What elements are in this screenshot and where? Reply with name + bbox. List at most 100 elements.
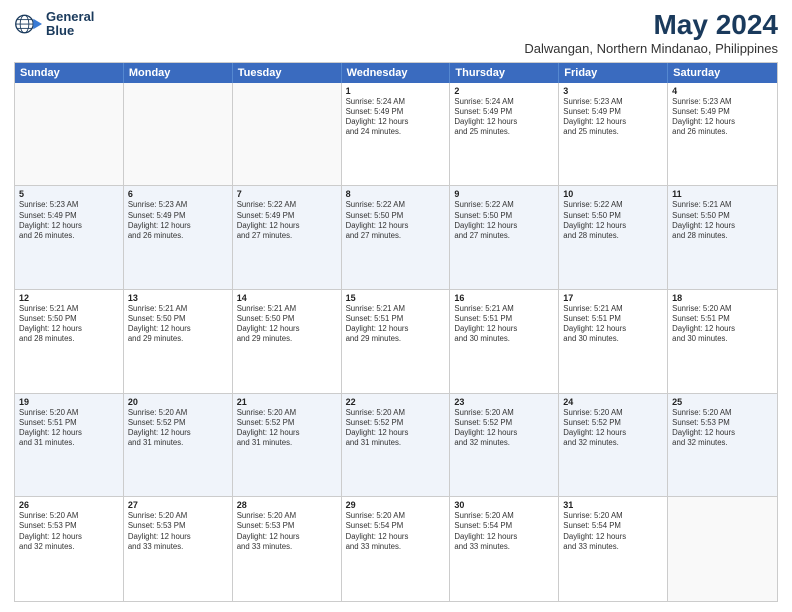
main-title: May 2024 bbox=[524, 10, 778, 41]
logo: General Blue bbox=[14, 10, 94, 39]
calendar-cell-6: 6Sunrise: 5:23 AM Sunset: 5:49 PM Daylig… bbox=[124, 186, 233, 289]
cell-day-number: 27 bbox=[128, 500, 228, 510]
cell-day-number: 12 bbox=[19, 293, 119, 303]
cell-day-number: 14 bbox=[237, 293, 337, 303]
cell-info: Sunrise: 5:21 AM Sunset: 5:50 PM Dayligh… bbox=[237, 304, 337, 345]
calendar-cell-1: 1Sunrise: 5:24 AM Sunset: 5:49 PM Daylig… bbox=[342, 83, 451, 186]
calendar-cell-empty bbox=[124, 83, 233, 186]
cell-info: Sunrise: 5:20 AM Sunset: 5:51 PM Dayligh… bbox=[19, 408, 119, 449]
cell-info: Sunrise: 5:20 AM Sunset: 5:54 PM Dayligh… bbox=[563, 511, 663, 552]
cell-info: Sunrise: 5:20 AM Sunset: 5:54 PM Dayligh… bbox=[346, 511, 446, 552]
header: General Blue May 2024 Dalwangan, Norther… bbox=[14, 10, 778, 56]
cell-info: Sunrise: 5:20 AM Sunset: 5:51 PM Dayligh… bbox=[672, 304, 773, 345]
calendar: SundayMondayTuesdayWednesdayThursdayFrid… bbox=[14, 62, 778, 602]
cell-day-number: 2 bbox=[454, 86, 554, 96]
calendar-cell-24: 24Sunrise: 5:20 AM Sunset: 5:52 PM Dayli… bbox=[559, 394, 668, 497]
cell-info: Sunrise: 5:20 AM Sunset: 5:54 PM Dayligh… bbox=[454, 511, 554, 552]
calendar-cell-26: 26Sunrise: 5:20 AM Sunset: 5:53 PM Dayli… bbox=[15, 497, 124, 601]
cell-info: Sunrise: 5:22 AM Sunset: 5:50 PM Dayligh… bbox=[563, 200, 663, 241]
cell-info: Sunrise: 5:20 AM Sunset: 5:53 PM Dayligh… bbox=[128, 511, 228, 552]
cell-day-number: 1 bbox=[346, 86, 446, 96]
calendar-cell-15: 15Sunrise: 5:21 AM Sunset: 5:51 PM Dayli… bbox=[342, 290, 451, 393]
cell-info: Sunrise: 5:21 AM Sunset: 5:50 PM Dayligh… bbox=[19, 304, 119, 345]
day-header-monday: Monday bbox=[124, 63, 233, 83]
cell-day-number: 17 bbox=[563, 293, 663, 303]
calendar-cell-3: 3Sunrise: 5:23 AM Sunset: 5:49 PM Daylig… bbox=[559, 83, 668, 186]
calendar-cell-17: 17Sunrise: 5:21 AM Sunset: 5:51 PM Dayli… bbox=[559, 290, 668, 393]
calendar-cell-27: 27Sunrise: 5:20 AM Sunset: 5:53 PM Dayli… bbox=[124, 497, 233, 601]
cell-day-number: 9 bbox=[454, 189, 554, 199]
cell-day-number: 13 bbox=[128, 293, 228, 303]
cell-day-number: 20 bbox=[128, 397, 228, 407]
calendar-cell-10: 10Sunrise: 5:22 AM Sunset: 5:50 PM Dayli… bbox=[559, 186, 668, 289]
day-header-tuesday: Tuesday bbox=[233, 63, 342, 83]
calendar-cell-8: 8Sunrise: 5:22 AM Sunset: 5:50 PM Daylig… bbox=[342, 186, 451, 289]
calendar-cell-12: 12Sunrise: 5:21 AM Sunset: 5:50 PM Dayli… bbox=[15, 290, 124, 393]
calendar-row: 12Sunrise: 5:21 AM Sunset: 5:50 PM Dayli… bbox=[15, 290, 777, 394]
calendar-row: 19Sunrise: 5:20 AM Sunset: 5:51 PM Dayli… bbox=[15, 394, 777, 498]
cell-info: Sunrise: 5:20 AM Sunset: 5:52 PM Dayligh… bbox=[454, 408, 554, 449]
cell-day-number: 31 bbox=[563, 500, 663, 510]
cell-info: Sunrise: 5:23 AM Sunset: 5:49 PM Dayligh… bbox=[128, 200, 228, 241]
calendar-cell-28: 28Sunrise: 5:20 AM Sunset: 5:53 PM Dayli… bbox=[233, 497, 342, 601]
calendar-cell-29: 29Sunrise: 5:20 AM Sunset: 5:54 PM Dayli… bbox=[342, 497, 451, 601]
calendar-row: 5Sunrise: 5:23 AM Sunset: 5:49 PM Daylig… bbox=[15, 186, 777, 290]
calendar-grid: 1Sunrise: 5:24 AM Sunset: 5:49 PM Daylig… bbox=[15, 83, 777, 601]
cell-day-number: 3 bbox=[563, 86, 663, 96]
calendar-cell-7: 7Sunrise: 5:22 AM Sunset: 5:49 PM Daylig… bbox=[233, 186, 342, 289]
logo-line1: General bbox=[46, 10, 94, 24]
calendar-cell-19: 19Sunrise: 5:20 AM Sunset: 5:51 PM Dayli… bbox=[15, 394, 124, 497]
cell-info: Sunrise: 5:22 AM Sunset: 5:50 PM Dayligh… bbox=[346, 200, 446, 241]
calendar-cell-30: 30Sunrise: 5:20 AM Sunset: 5:54 PM Dayli… bbox=[450, 497, 559, 601]
cell-day-number: 7 bbox=[237, 189, 337, 199]
cell-day-number: 28 bbox=[237, 500, 337, 510]
day-header-friday: Friday bbox=[559, 63, 668, 83]
calendar-cell-21: 21Sunrise: 5:20 AM Sunset: 5:52 PM Dayli… bbox=[233, 394, 342, 497]
cell-day-number: 19 bbox=[19, 397, 119, 407]
cell-info: Sunrise: 5:23 AM Sunset: 5:49 PM Dayligh… bbox=[19, 200, 119, 241]
cell-info: Sunrise: 5:20 AM Sunset: 5:52 PM Dayligh… bbox=[346, 408, 446, 449]
calendar-cell-empty bbox=[668, 497, 777, 601]
cell-day-number: 18 bbox=[672, 293, 773, 303]
cell-day-number: 10 bbox=[563, 189, 663, 199]
cell-info: Sunrise: 5:24 AM Sunset: 5:49 PM Dayligh… bbox=[454, 97, 554, 138]
cell-day-number: 21 bbox=[237, 397, 337, 407]
cell-info: Sunrise: 5:21 AM Sunset: 5:51 PM Dayligh… bbox=[346, 304, 446, 345]
calendar-cell-4: 4Sunrise: 5:23 AM Sunset: 5:49 PM Daylig… bbox=[668, 83, 777, 186]
cell-info: Sunrise: 5:20 AM Sunset: 5:52 PM Dayligh… bbox=[563, 408, 663, 449]
calendar-cell-22: 22Sunrise: 5:20 AM Sunset: 5:52 PM Dayli… bbox=[342, 394, 451, 497]
cell-day-number: 5 bbox=[19, 189, 119, 199]
calendar-cell-31: 31Sunrise: 5:20 AM Sunset: 5:54 PM Dayli… bbox=[559, 497, 668, 601]
calendar-cell-11: 11Sunrise: 5:21 AM Sunset: 5:50 PM Dayli… bbox=[668, 186, 777, 289]
cell-day-number: 23 bbox=[454, 397, 554, 407]
cell-info: Sunrise: 5:20 AM Sunset: 5:53 PM Dayligh… bbox=[19, 511, 119, 552]
cell-info: Sunrise: 5:20 AM Sunset: 5:52 PM Dayligh… bbox=[237, 408, 337, 449]
calendar-cell-18: 18Sunrise: 5:20 AM Sunset: 5:51 PM Dayli… bbox=[668, 290, 777, 393]
calendar-cell-13: 13Sunrise: 5:21 AM Sunset: 5:50 PM Dayli… bbox=[124, 290, 233, 393]
day-header-thursday: Thursday bbox=[450, 63, 559, 83]
cell-day-number: 11 bbox=[672, 189, 773, 199]
logo-icon bbox=[14, 10, 42, 38]
cell-info: Sunrise: 5:20 AM Sunset: 5:53 PM Dayligh… bbox=[672, 408, 773, 449]
cell-day-number: 4 bbox=[672, 86, 773, 96]
calendar-cell-2: 2Sunrise: 5:24 AM Sunset: 5:49 PM Daylig… bbox=[450, 83, 559, 186]
cell-day-number: 25 bbox=[672, 397, 773, 407]
day-headers: SundayMondayTuesdayWednesdayThursdayFrid… bbox=[15, 63, 777, 83]
calendar-cell-empty bbox=[233, 83, 342, 186]
cell-day-number: 29 bbox=[346, 500, 446, 510]
cell-day-number: 8 bbox=[346, 189, 446, 199]
cell-info: Sunrise: 5:24 AM Sunset: 5:49 PM Dayligh… bbox=[346, 97, 446, 138]
calendar-cell-20: 20Sunrise: 5:20 AM Sunset: 5:52 PM Dayli… bbox=[124, 394, 233, 497]
subtitle: Dalwangan, Northern Mindanao, Philippine… bbox=[524, 41, 778, 56]
cell-info: Sunrise: 5:23 AM Sunset: 5:49 PM Dayligh… bbox=[563, 97, 663, 138]
day-header-sunday: Sunday bbox=[15, 63, 124, 83]
calendar-cell-9: 9Sunrise: 5:22 AM Sunset: 5:50 PM Daylig… bbox=[450, 186, 559, 289]
calendar-cell-25: 25Sunrise: 5:20 AM Sunset: 5:53 PM Dayli… bbox=[668, 394, 777, 497]
cell-day-number: 6 bbox=[128, 189, 228, 199]
cell-day-number: 16 bbox=[454, 293, 554, 303]
cell-info: Sunrise: 5:21 AM Sunset: 5:51 PM Dayligh… bbox=[454, 304, 554, 345]
calendar-cell-16: 16Sunrise: 5:21 AM Sunset: 5:51 PM Dayli… bbox=[450, 290, 559, 393]
cell-day-number: 22 bbox=[346, 397, 446, 407]
calendar-row: 1Sunrise: 5:24 AM Sunset: 5:49 PM Daylig… bbox=[15, 83, 777, 187]
cell-day-number: 30 bbox=[454, 500, 554, 510]
